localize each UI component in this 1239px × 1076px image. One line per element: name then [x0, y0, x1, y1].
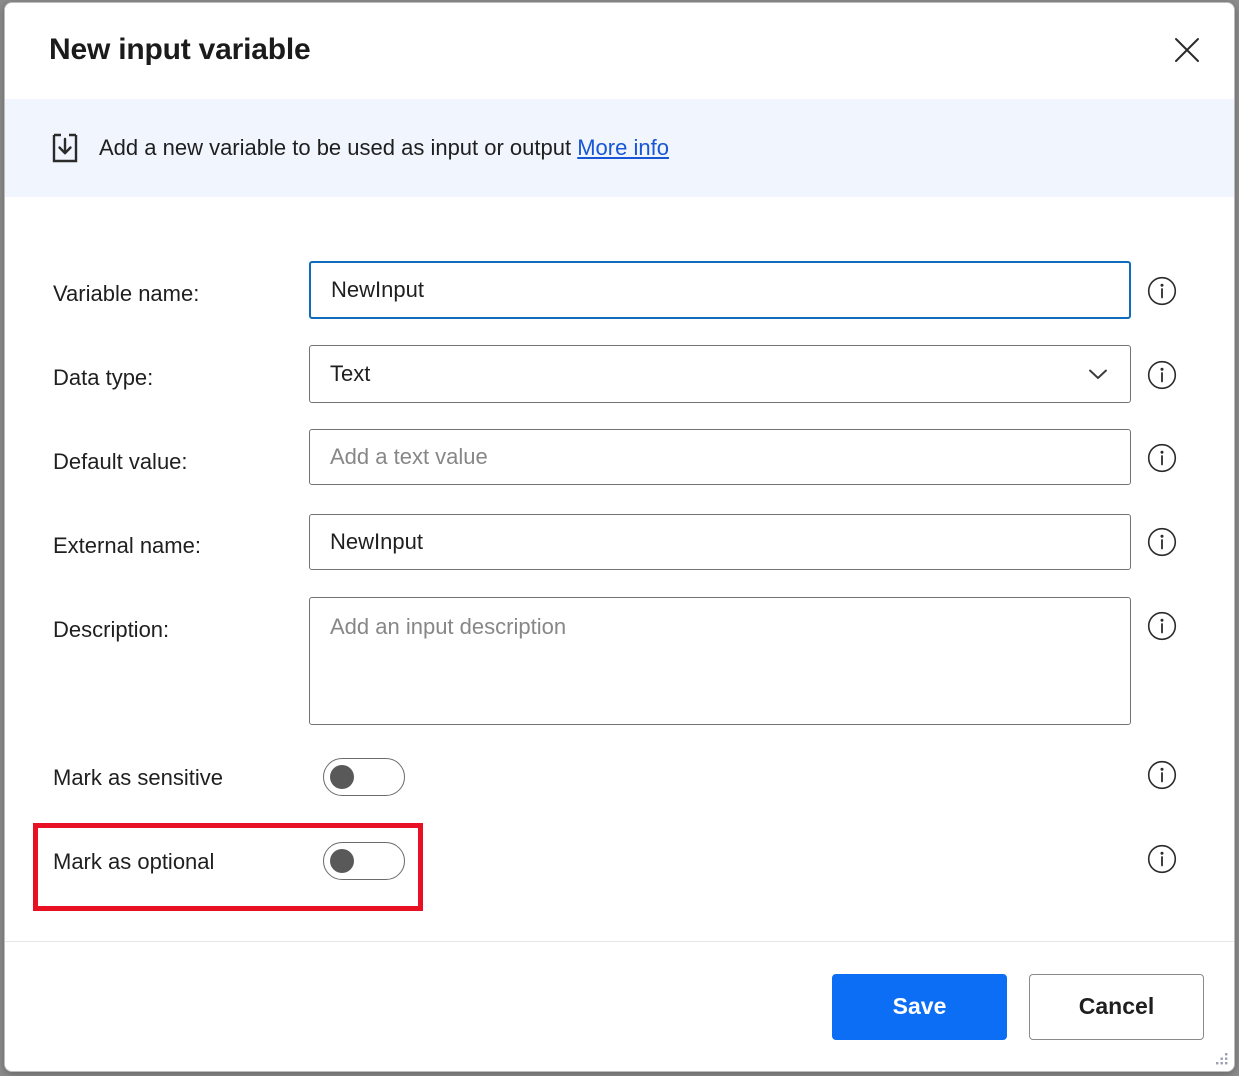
info-icon-variable-name[interactable]: [1147, 276, 1177, 306]
banner-text-label: Add a new variable to be used as input o…: [99, 134, 572, 160]
default-value-placeholder: Add a text value: [330, 444, 488, 469]
label-external-name: External name:: [53, 533, 201, 558]
info-icon-description[interactable]: [1147, 611, 1177, 641]
label-data-type: Data type:: [53, 365, 154, 390]
banner-message: Add a new variable to be used as input o…: [99, 135, 669, 161]
page-title: New input variable: [49, 33, 311, 66]
external-name-value: NewInput: [330, 529, 423, 554]
info-icon-default-value[interactable]: [1147, 443, 1177, 473]
info-icon-mark-as-optional[interactable]: [1147, 844, 1177, 874]
save-button[interactable]: Save: [832, 973, 1007, 1040]
variable-name-value: NewInput: [331, 277, 424, 302]
info-banner: Add a new variable to be used as input o…: [5, 99, 1234, 197]
input-download-icon: [49, 132, 81, 164]
new-input-variable-dialog: New input variable Add a new variable to…: [4, 2, 1235, 1072]
toggle-knob: [330, 765, 354, 789]
data-type-select[interactable]: Text: [309, 345, 1131, 403]
variable-name-input[interactable]: NewInput: [309, 261, 1131, 319]
data-type-value: Text: [330, 361, 371, 386]
dialog-titlebar: New input variable: [5, 3, 1234, 99]
info-icon-mark-as-sensitive[interactable]: [1147, 760, 1177, 790]
toggle-knob: [330, 849, 354, 873]
info-icon-external-name[interactable]: [1147, 527, 1177, 557]
default-value-input[interactable]: Add a text value: [309, 429, 1131, 485]
description-textarea[interactable]: Add an input description: [309, 597, 1131, 725]
label-description: Description:: [53, 617, 170, 642]
chevron-down-icon: [1086, 362, 1110, 386]
label-mark-as-sensitive: Mark as sensitive: [53, 765, 223, 790]
form-body: Variable name: NewInput Data type: Text …: [5, 197, 1234, 941]
dialog-footer: Save Cancel: [5, 941, 1234, 1071]
more-info-link[interactable]: More info: [577, 135, 669, 160]
external-name-input[interactable]: NewInput: [309, 514, 1131, 570]
resize-grip-icon[interactable]: [1213, 1051, 1229, 1067]
toggle-mark-as-sensitive[interactable]: [323, 758, 405, 796]
label-mark-as-optional: Mark as optional: [53, 849, 215, 874]
toggle-mark-as-optional[interactable]: [323, 842, 405, 880]
close-icon[interactable]: [1158, 21, 1216, 79]
cancel-button[interactable]: Cancel: [1029, 973, 1204, 1040]
info-icon-data-type[interactable]: [1147, 360, 1177, 390]
label-variable-name: Variable name:: [53, 281, 200, 306]
description-placeholder: Add an input description: [330, 614, 567, 639]
label-default-value: Default value:: [53, 449, 188, 474]
